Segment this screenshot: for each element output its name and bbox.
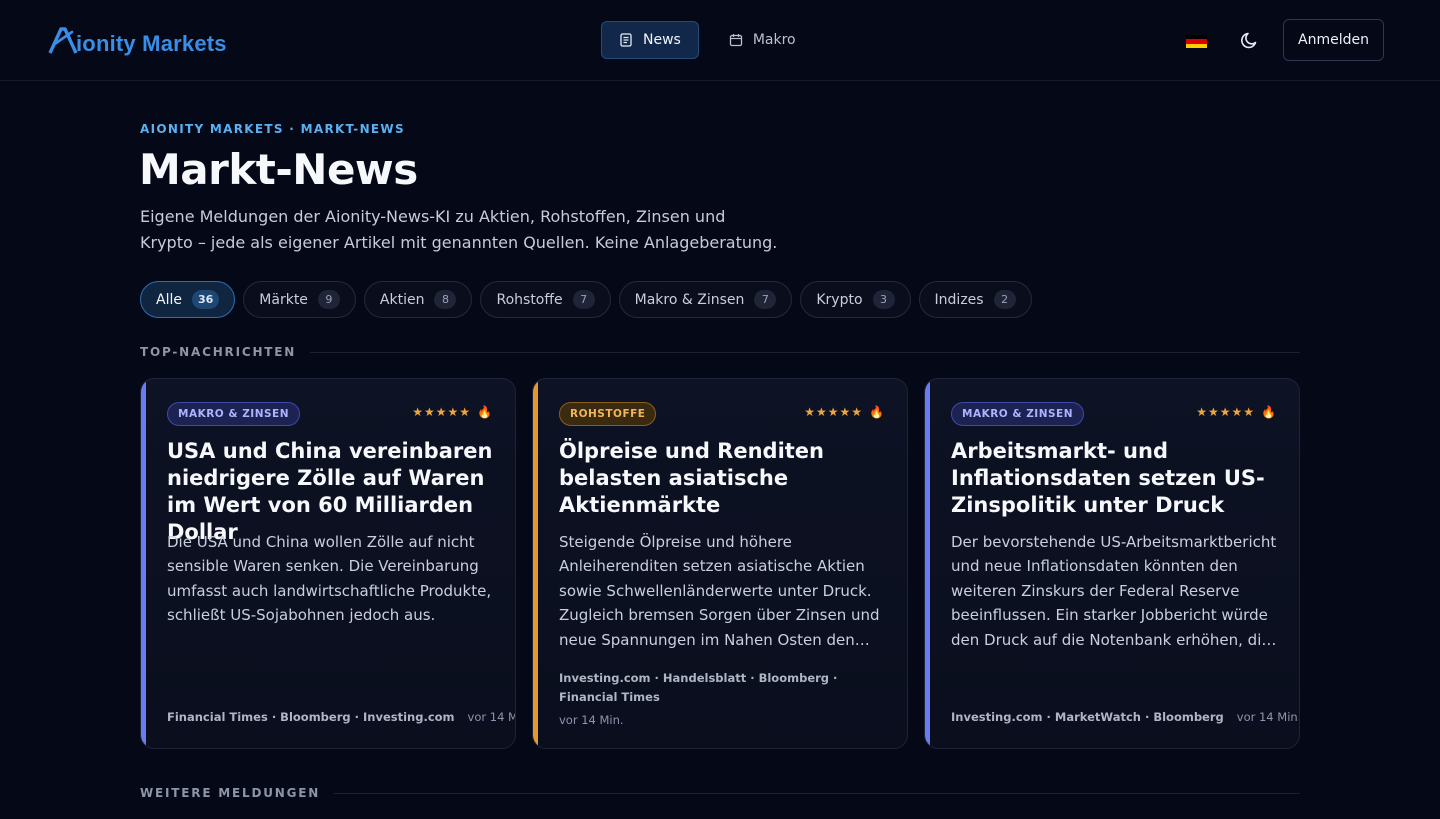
card-accent-bar	[925, 379, 930, 748]
card-title[interactable]: Arbeitsmarkt- und Inflationsdaten setzen…	[951, 438, 1281, 519]
filter-label: Krypto	[816, 291, 863, 308]
main-nav: News Makro	[601, 21, 814, 59]
card-category-badge: MAKRO & ZINSEN	[951, 402, 1085, 426]
calendar-icon	[729, 34, 742, 47]
filter-label: Indizes	[934, 291, 984, 308]
filter-maerkte[interactable]: Märkte 9	[243, 281, 356, 318]
rating-stars-icon: ★★★★★	[804, 405, 864, 419]
card-meta: Investing.com · Handelsblatt · Bloomberg…	[559, 669, 879, 730]
brand-logo[interactable]: ionity Markets	[48, 26, 227, 56]
nav-makro-label: Makro	[752, 32, 796, 48]
section-top-news-header: TOP-NACHRICHTEN	[140, 344, 1300, 360]
filter-label: Märkte	[259, 291, 308, 308]
card-accent-bar	[141, 379, 146, 748]
filter-label: Aktien	[379, 291, 425, 308]
top-news-card[interactable]: MAKRO & ZINSEN ★★★★★ 🔥 USA und China ver…	[140, 378, 516, 749]
nav-news[interactable]: News	[601, 21, 699, 59]
flame-icon: 🔥	[477, 405, 493, 419]
login-button[interactable]: Anmelden	[1283, 19, 1384, 61]
filter-aktien[interactable]: Aktien 8	[363, 281, 473, 318]
nav-news-label: News	[643, 32, 681, 48]
category-filter-bar: Alle 36 Märkte 9 Aktien 8 Rohstoffe 7 Ma…	[140, 281, 1032, 318]
filter-count-badge: 8	[434, 290, 457, 309]
page-kicker: AIONITY MARKETS · MARKT-NEWS	[140, 122, 405, 136]
filter-count-badge: 7	[754, 290, 777, 309]
flame-icon: 🔥	[869, 405, 885, 419]
page-title: Markt-News	[139, 145, 418, 194]
card-rating: ★★★★★ 🔥	[1196, 405, 1277, 419]
brand-name: ionity Markets	[76, 30, 227, 56]
filter-count-badge: 36	[191, 290, 220, 309]
filter-count-badge: 9	[317, 290, 340, 309]
top-news-card[interactable]: MAKRO & ZINSEN ★★★★★ 🔥 Arbeitsmarkt- und…	[924, 378, 1300, 749]
card-timestamp: vor 14 Min.	[467, 710, 515, 724]
filter-rohstoffe[interactable]: Rohstoffe 7	[480, 281, 611, 318]
document-icon	[620, 33, 632, 47]
section-more-news-header: WEITERE MELDUNGEN	[140, 785, 1300, 801]
card-accent-bar	[533, 379, 538, 748]
filter-krypto[interactable]: Krypto 3	[800, 281, 911, 318]
card-timestamp: vor 14 Min.	[559, 713, 624, 727]
card-meta: Investing.com · MarketWatch · Bloomberg …	[951, 710, 1299, 724]
rating-stars-icon: ★★★★★	[1196, 405, 1256, 419]
moon-icon[interactable]	[1240, 30, 1260, 50]
filter-label: Makro & Zinsen	[634, 291, 745, 308]
filter-count-badge: 7	[572, 290, 595, 309]
top-news-card[interactable]: ROHSTOFFE ★★★★★ 🔥 Ölpreise und Renditen …	[532, 378, 908, 749]
section-more-news-label: WEITERE MELDUNGEN	[140, 786, 321, 800]
card-sources: Financial Times · Bloomberg · Investing.…	[167, 710, 455, 724]
card-sources: Investing.com · MarketWatch · Bloomberg	[951, 710, 1224, 724]
filter-alle[interactable]: Alle 36	[140, 281, 236, 318]
de-flag-icon[interactable]	[1186, 35, 1207, 48]
filter-makro-zinsen[interactable]: Makro & Zinsen 7	[618, 281, 793, 318]
filter-count-badge: 3	[872, 290, 895, 309]
card-meta: Financial Times · Bloomberg · Investing.…	[167, 710, 515, 724]
nav-makro[interactable]: Makro	[711, 21, 814, 59]
card-timestamp: vor 14 Min.	[1236, 710, 1300, 724]
card-rating: ★★★★★ 🔥	[412, 405, 493, 419]
section-divider	[334, 792, 1300, 794]
card-summary: Steigende Ölpreise und höhere Anleiheren…	[559, 533, 880, 649]
filter-indizes[interactable]: Indizes 2	[918, 281, 1032, 318]
card-category-badge: ROHSTOFFE	[559, 402, 657, 426]
card-summary: Der bevorstehende US-Arbeitsmarktbericht…	[951, 533, 1277, 649]
page-intro: Eigene Meldungen der Aionity-News-KI zu …	[140, 207, 778, 252]
flame-icon: 🔥	[1261, 405, 1277, 419]
section-top-news-label: TOP-NACHRICHTEN	[140, 345, 297, 359]
card-summary: Die USA und China wollen Zölle auf nicht…	[167, 533, 492, 625]
filter-label: Alle	[156, 291, 182, 308]
card-title[interactable]: Ölpreise und Renditen belasten asiatisch…	[559, 438, 889, 519]
rating-stars-icon: ★★★★★	[412, 405, 472, 419]
card-rating: ★★★★★ 🔥	[804, 405, 885, 419]
section-divider	[310, 351, 1300, 353]
filter-label: Rohstoffe	[496, 291, 563, 308]
card-category-badge: MAKRO & ZINSEN	[167, 402, 301, 426]
top-navigation-bar: ionity Markets News Makro Anmelden	[0, 0, 1440, 81]
filter-count-badge: 2	[993, 290, 1016, 309]
card-sources: Investing.com · Handelsblatt · Bloomberg…	[559, 671, 838, 704]
brand-a-icon	[48, 27, 78, 54]
